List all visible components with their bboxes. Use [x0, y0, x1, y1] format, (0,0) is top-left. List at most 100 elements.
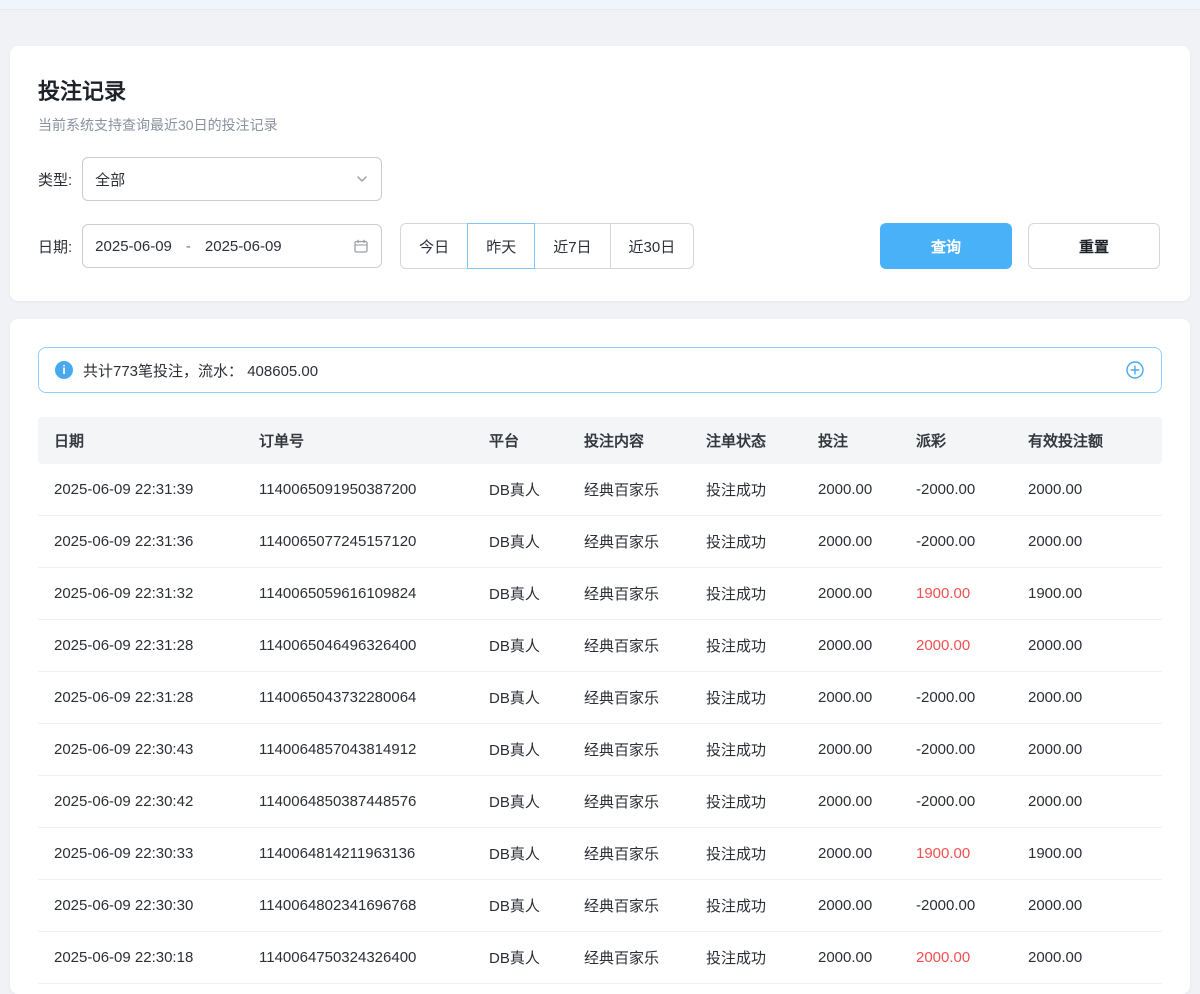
cell-status: 投注成功 — [690, 568, 802, 620]
cell-valid: 2000.00 — [1012, 932, 1162, 984]
cell-content: 经典百家乐 — [568, 620, 690, 672]
cell-bet: 2000.00 — [802, 516, 900, 568]
table-row: 2025-06-09 22:30:431140064857043814912DB… — [38, 724, 1162, 776]
cell-order: 1140065043732280064 — [243, 672, 473, 724]
cell-order: 1140064850387448576 — [243, 776, 473, 828]
cell-valid: 2000.00 — [1012, 724, 1162, 776]
reset-button[interactable]: 重置 — [1028, 223, 1160, 269]
cell-payout: 2000.00 — [900, 620, 1012, 672]
cell-payout: -2000.00 — [900, 880, 1012, 932]
cell-payout: -2000.00 — [900, 776, 1012, 828]
cell-date: 2025-06-09 22:30:33 — [38, 828, 243, 880]
cell-order: 1140065091950387200 — [243, 464, 473, 516]
cell-platform: DB真人 — [473, 568, 568, 620]
calendar-icon — [353, 238, 369, 254]
cell-platform: DB真人 — [473, 516, 568, 568]
cell-payout: 1900.00 — [900, 828, 1012, 880]
cell-status: 投注成功 — [690, 516, 802, 568]
table-row: 2025-06-09 22:31:361140065077245157120DB… — [38, 516, 1162, 568]
cell-content: 经典百家乐 — [568, 516, 690, 568]
cell-date: 2025-06-09 22:31:39 — [38, 464, 243, 516]
cell-platform: DB真人 — [473, 776, 568, 828]
cell-bet: 2000.00 — [802, 724, 900, 776]
cell-bet: 2000.00 — [802, 932, 900, 984]
cell-order: 1140065077245157120 — [243, 516, 473, 568]
cell-valid: 1900.00 — [1012, 568, 1162, 620]
cell-platform: DB真人 — [473, 672, 568, 724]
cell-valid: 2000.00 — [1012, 880, 1162, 932]
cell-bet: 2000.00 — [802, 672, 900, 724]
type-filter-row: 类型: 全部 — [38, 157, 1160, 201]
cell-status: 投注成功 — [690, 776, 802, 828]
column-header: 有效投注额 — [1012, 417, 1162, 464]
column-header: 投注 — [802, 417, 900, 464]
cell-bet: 2000.00 — [802, 464, 900, 516]
date-filter-row: 日期: 2025-06-09 - 2025-06-09 今日昨天近7日近30日 … — [38, 223, 1160, 269]
cell-valid: 1900.00 — [1012, 828, 1162, 880]
cell-date: 2025-06-09 22:30:42 — [38, 776, 243, 828]
cell-platform: DB真人 — [473, 828, 568, 880]
column-header: 日期 — [38, 417, 243, 464]
cell-bet: 2000.00 — [802, 776, 900, 828]
cell-status: 投注成功 — [690, 672, 802, 724]
cell-content: 经典百家乐 — [568, 932, 690, 984]
cell-status: 投注成功 — [690, 464, 802, 516]
filter-panel: 投注记录 当前系统支持查询最近30日的投注记录 类型: 全部 日期: 2025-… — [10, 46, 1190, 301]
chevron-down-icon — [355, 172, 369, 186]
cell-platform: DB真人 — [473, 464, 568, 516]
quick-range-button-1[interactable]: 昨天 — [467, 223, 535, 269]
cell-bet: 2000.00 — [802, 828, 900, 880]
cell-status: 投注成功 — [690, 880, 802, 932]
cell-status: 投注成功 — [690, 620, 802, 672]
cell-date: 2025-06-09 22:31:28 — [38, 620, 243, 672]
quick-range-group: 今日昨天近7日近30日 — [400, 223, 694, 269]
page-title: 投注记录 — [38, 74, 1160, 106]
cell-content: 经典百家乐 — [568, 724, 690, 776]
table-row: 2025-06-09 22:30:421140064850387448576DB… — [38, 776, 1162, 828]
table-row: 2025-06-09 22:30:301140064802341696768DB… — [38, 880, 1162, 932]
date-separator: - — [186, 238, 191, 255]
cell-date: 2025-06-09 22:30:18 — [38, 932, 243, 984]
cell-status: 投注成功 — [690, 828, 802, 880]
cell-content: 经典百家乐 — [568, 828, 690, 880]
top-bar — [0, 0, 1200, 10]
query-button[interactable]: 查询 — [880, 223, 1012, 269]
table-row: 2025-06-09 22:30:181140064750324326400DB… — [38, 932, 1162, 984]
table-header-row: 日期订单号平台投注内容注单状态投注派彩有效投注额 — [38, 417, 1162, 464]
cell-date: 2025-06-09 22:31:36 — [38, 516, 243, 568]
quick-range-button-2[interactable]: 近7日 — [534, 223, 610, 269]
page-subtitle: 当前系统支持查询最近30日的投注记录 — [38, 115, 1160, 135]
cell-valid: 2000.00 — [1012, 672, 1162, 724]
cell-payout: 1900.00 — [900, 568, 1012, 620]
cell-content: 经典百家乐 — [568, 464, 690, 516]
date-range-input[interactable]: 2025-06-09 - 2025-06-09 — [82, 224, 382, 268]
summary-banner: i 共计773笔投注，流水： 408605.00 — [38, 347, 1162, 393]
quick-range-button-3[interactable]: 近30日 — [610, 223, 695, 269]
table-row: 2025-06-09 22:31:321140065059616109824DB… — [38, 568, 1162, 620]
cell-order: 1140064750324326400 — [243, 932, 473, 984]
date-end-value: 2025-06-09 — [205, 238, 282, 255]
cell-content: 经典百家乐 — [568, 880, 690, 932]
cell-platform: DB真人 — [473, 724, 568, 776]
cell-date: 2025-06-09 22:31:32 — [38, 568, 243, 620]
cell-platform: DB真人 — [473, 620, 568, 672]
cell-status: 投注成功 — [690, 932, 802, 984]
cell-payout: -2000.00 — [900, 672, 1012, 724]
table-row: 2025-06-09 22:31:281140065043732280064DB… — [38, 672, 1162, 724]
cell-order: 1140064857043814912 — [243, 724, 473, 776]
cell-valid: 2000.00 — [1012, 516, 1162, 568]
type-select[interactable]: 全部 — [82, 157, 382, 201]
cell-content: 经典百家乐 — [568, 568, 690, 620]
cell-date: 2025-06-09 22:30:43 — [38, 724, 243, 776]
cell-order: 1140065059616109824 — [243, 568, 473, 620]
table-body: 2025-06-09 22:31:391140065091950387200DB… — [38, 464, 1162, 984]
cell-content: 经典百家乐 — [568, 776, 690, 828]
type-label: 类型: — [38, 169, 72, 190]
cell-bet: 2000.00 — [802, 880, 900, 932]
plus-circle-icon[interactable] — [1125, 360, 1145, 380]
cell-valid: 2000.00 — [1012, 620, 1162, 672]
quick-range-button-0[interactable]: 今日 — [400, 223, 468, 269]
info-icon: i — [55, 361, 73, 379]
cell-payout: 2000.00 — [900, 932, 1012, 984]
cell-order: 1140065046496326400 — [243, 620, 473, 672]
